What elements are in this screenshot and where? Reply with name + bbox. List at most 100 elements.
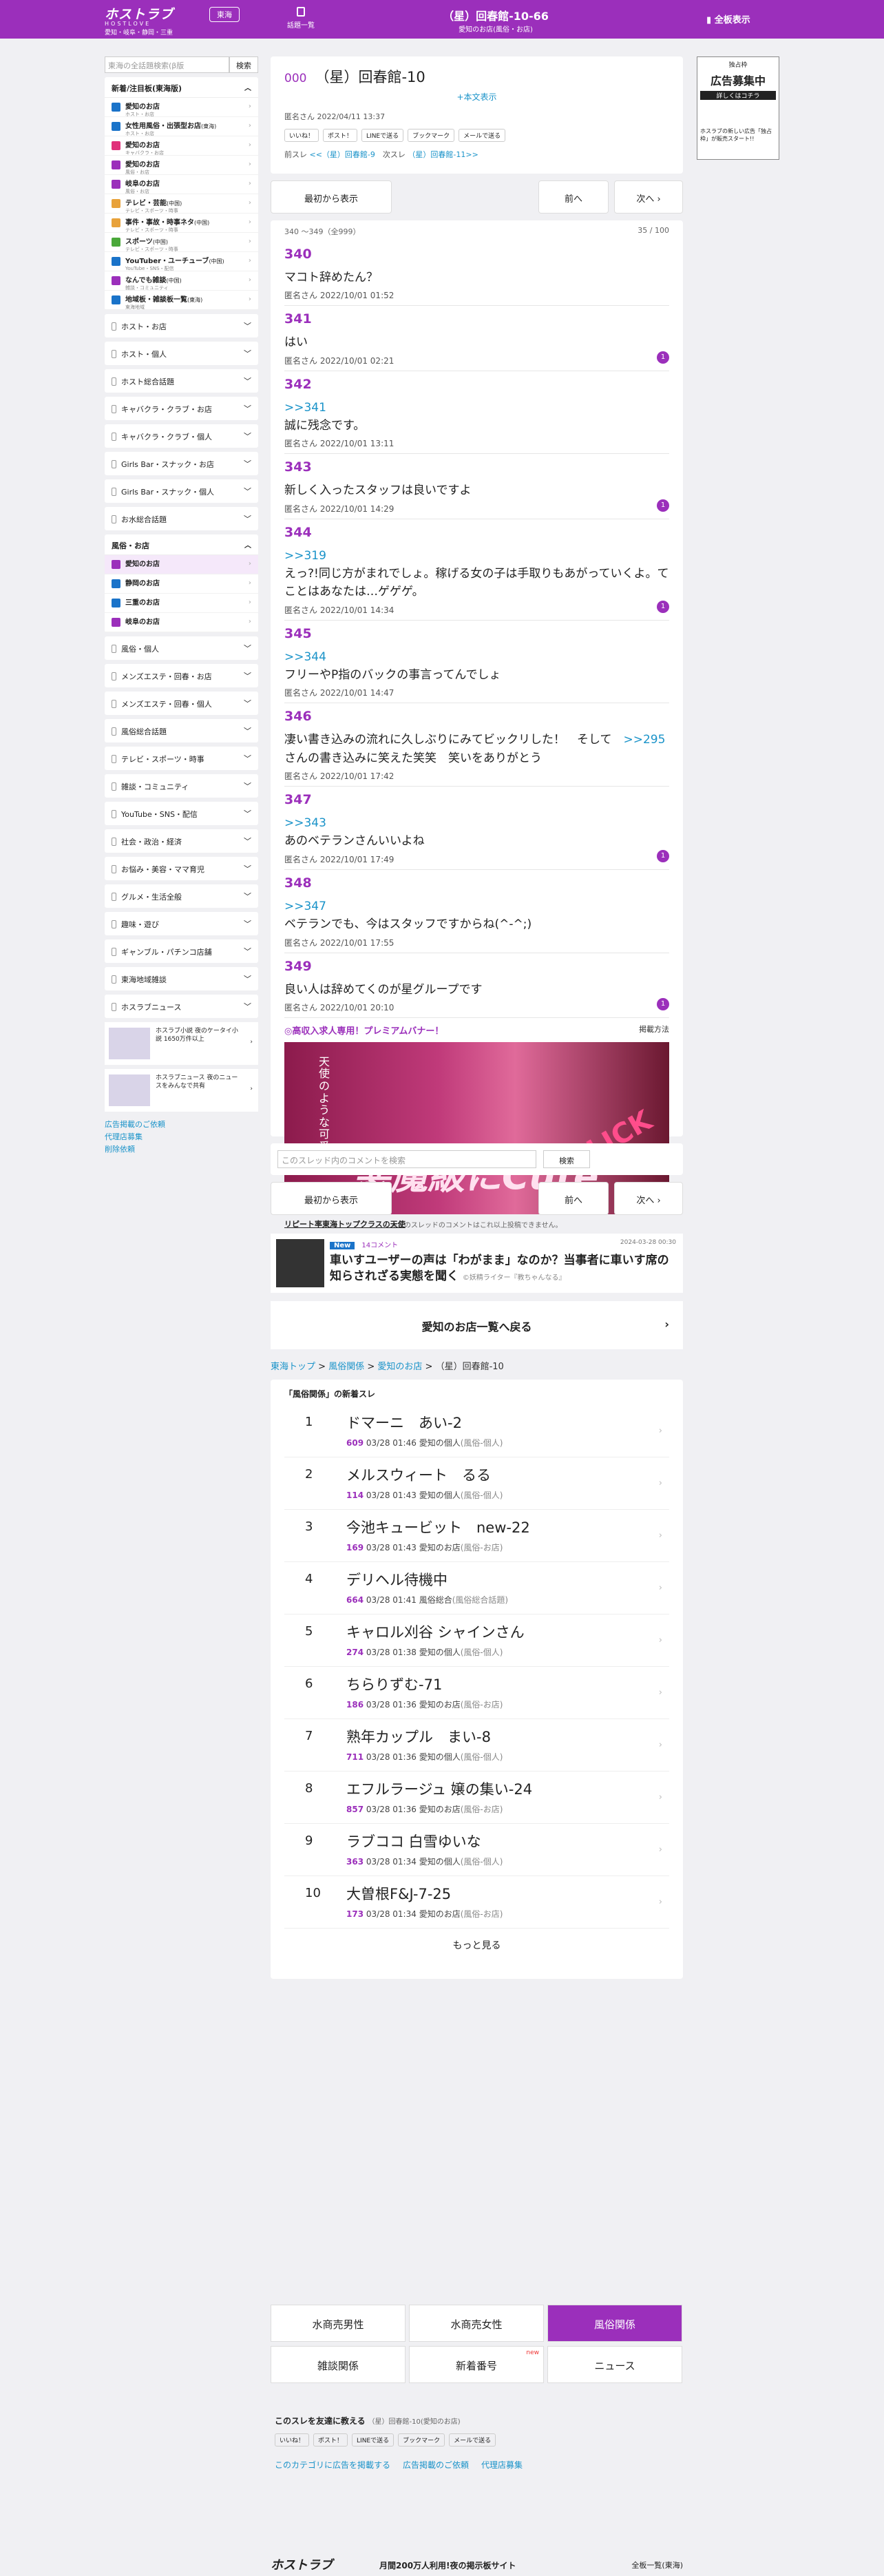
post-number[interactable]: 348 — [284, 875, 669, 891]
sidebar-category[interactable]: キャバクラ・クラブ・お店 ﹀ — [105, 397, 258, 420]
thread-row[interactable]: 2 メルスウィート るる 114 03/28 01:43 愛知の個人(風俗-個人) › — [284, 1457, 669, 1510]
sidebar-category[interactable]: 風俗総合話題 ﹀ — [105, 719, 258, 742]
area-button[interactable]: 東海 — [209, 7, 240, 22]
all-boards-link[interactable]: 全板一覧(東海) — [631, 2559, 683, 2570]
sidebar-category[interactable]: ギャンブル・パチンコ店舗 ﹀ — [105, 939, 258, 963]
sidebar-featured-item[interactable]: 地域板・雑談板一覧(東海) 東海地域 › — [105, 291, 258, 310]
news-banner[interactable]: ホスラブニュース 夜のニュースをみんなで共有 › — [105, 1069, 258, 1112]
post-number[interactable]: 346 — [284, 709, 669, 724]
breadcrumb-board[interactable]: 愛知のお店 — [377, 1362, 422, 1372]
footer-link[interactable]: 代理店募集 — [481, 2460, 523, 2470]
sidebar-category[interactable]: ホスト・お店 ﹀ — [105, 314, 258, 337]
share-button[interactable]: LINEで送る — [352, 2433, 394, 2447]
thread-row[interactable]: 8 エフルラージュ 嬢の集い-24 857 03/28 01:36 愛知のお店(風俗… — [284, 1772, 669, 1824]
genre-nav-item[interactable]: ニュース — [547, 2346, 682, 2383]
prev-page-button[interactable]: 前へ — [538, 1182, 609, 1215]
sidebar-category[interactable]: テレビ・スポーツ・時事 ﹀ — [105, 747, 258, 770]
sidebar-featured-item[interactable]: YouTuber・ユーチューブ(中国) YouTube・SNS・配信 › — [105, 252, 258, 271]
post-number[interactable]: 340 — [284, 247, 669, 262]
fuzoku-group-header[interactable]: 風俗・お店 ︿ — [105, 534, 258, 555]
sidebar-featured-item[interactable]: 事件・事故・時事ネタ(中国) テレビ・スポーツ・時事 › — [105, 214, 258, 233]
thread-list-button[interactable]: 話題一覧 — [285, 7, 317, 30]
thread-row[interactable]: 5 キャロル刈谷 シャインさん 274 03/28 01:38 愛知の個人(風俗-個… — [284, 1614, 669, 1667]
sidebar-category[interactable]: Girls Bar・スナック・お店 ﹀ — [105, 452, 258, 475]
sidebar-category[interactable]: 雑談・コミュニティ ﹀ — [105, 774, 258, 798]
genre-nav-item[interactable]: 風俗関係 — [547, 2305, 682, 2342]
sidebar-category[interactable]: ホスラブニュース ﹀ — [105, 995, 258, 1018]
next-thread-link[interactable]: （星）回春館-11>> — [408, 150, 478, 159]
post-number[interactable]: 345 — [284, 626, 669, 641]
prev-page-button[interactable]: 前へ — [538, 180, 609, 214]
reply-anchor[interactable]: >>343 — [284, 814, 669, 832]
full-board-button[interactable]: ▮ 全板表示 — [706, 12, 750, 25]
sidebar-fuzoku-item[interactable]: 愛知のお店 › — [105, 555, 258, 574]
sidebar-link[interactable]: 代理店募集 — [105, 1131, 258, 1142]
reply-anchor[interactable]: >>319 — [284, 547, 669, 565]
thread-row[interactable]: 3 今池キュービット new-22 169 03/28 01:43 愛知のお店(風俗… — [284, 1510, 669, 1562]
sidebar-category[interactable]: 社会・政治・経済 ﹀ — [105, 829, 258, 853]
reply-count-badge[interactable]: 1 — [657, 499, 669, 512]
thread-row[interactable]: 6 ちらりずむ-71 186 03/28 01:36 愛知のお店(風俗-お店) › — [284, 1667, 669, 1719]
share-button[interactable]: ブックマーク — [398, 2433, 445, 2447]
sidebar-category[interactable]: 趣味・遊び ﹀ — [105, 912, 258, 935]
first-page-button[interactable]: 最初から表示 — [271, 180, 392, 214]
reply-count-badge[interactable]: 1 — [657, 849, 669, 862]
thread-row[interactable]: 4 デリヘル待機中 664 03/28 01:41 風俗総合(風俗総合話題) › — [284, 1562, 669, 1614]
sidebar-featured-item[interactable]: 岐阜のお店 風俗・お店 › — [105, 175, 258, 194]
footer-logo[interactable]: ホストラブ — [271, 2555, 333, 2573]
show-body-link[interactable]: +本文表示 — [284, 91, 669, 103]
premium-how-link[interactable]: 掲載方法 — [639, 1024, 669, 1035]
sidebar-search-button[interactable]: 検索 — [229, 56, 258, 73]
sidebar-category[interactable]: メンズエステ・回春・お店 ﹀ — [105, 664, 258, 687]
side-ad[interactable]: 独占枠 広告募集中 詳しくはコチラ ホスラブの新しい広告「独占枠」が販売スタート… — [697, 56, 779, 160]
next-page-button[interactable]: 次へ › — [614, 1182, 683, 1215]
genre-nav-item[interactable]: 新着番号 new — [409, 2346, 544, 2383]
sidebar-category[interactable]: Girls Bar・スナック・個人 ﹀ — [105, 479, 258, 503]
genre-nav-item[interactable]: 水商売男性 — [271, 2305, 406, 2342]
share-button[interactable]: ポスト！ — [313, 2433, 348, 2447]
share-button[interactable]: メールで送る — [459, 129, 506, 142]
sidebar-category[interactable]: お水総合話題 ﹀ — [105, 507, 258, 530]
post-number[interactable]: 347 — [284, 792, 669, 807]
post-number[interactable]: 341 — [284, 311, 669, 326]
sidebar-link[interactable]: 広告掲載のご依頼 — [105, 1119, 258, 1130]
sidebar-featured-item[interactable]: スポーツ(中国) テレビ・スポーツ・時事 › — [105, 233, 258, 252]
genre-nav-item[interactable]: 水商売女性 — [409, 2305, 544, 2342]
sidebar-category[interactable]: キャバクラ・クラブ・個人 ﹀ — [105, 424, 258, 448]
sidebar-featured-item[interactable]: 愛知のお店 キャバクラ・お店 › — [105, 136, 258, 156]
news-item[interactable]: New 14コメント 2024-03-28 00:30 車いすユーザーの声は「わが… — [271, 1234, 683, 1293]
post-number[interactable]: 342 — [284, 377, 669, 392]
sidebar-search-input[interactable]: 東海の全話題検索(β版 — [105, 56, 229, 73]
sidebar-fuzoku-item[interactable]: 三重のお店 › — [105, 594, 258, 613]
footer-link[interactable]: 広告掲載のご依頼 — [403, 2460, 469, 2470]
sidebar-featured-item[interactable]: 愛知のお店 ホスト・お店 › — [105, 98, 258, 117]
sidebar-link[interactable]: 削除依頼 — [105, 1143, 258, 1154]
reply-count-badge[interactable]: 1 — [657, 997, 669, 1010]
next-page-button[interactable]: 次へ › — [614, 180, 683, 214]
novel-banner[interactable]: ホスラブ小説 夜のケータイ小説 1650万件以上 › — [105, 1022, 258, 1065]
thread-row[interactable]: 9 ラブココ 白雪ゆいな 363 03/28 01:34 愛知の個人(風俗-個人) › — [284, 1824, 669, 1876]
post-number[interactable]: 349 — [284, 959, 669, 974]
reply-count-badge[interactable]: 1 — [657, 600, 669, 613]
breadcrumb-top[interactable]: 東海トップ — [271, 1362, 315, 1372]
reply-anchor[interactable]: >>347 — [284, 897, 669, 915]
breadcrumb-category[interactable]: 風俗関係 — [328, 1362, 364, 1372]
share-button[interactable]: LINEで送る — [361, 129, 404, 142]
share-button[interactable]: いいね！ — [284, 129, 319, 142]
sidebar-fuzoku-item[interactable]: 静岡のお店 › — [105, 574, 258, 594]
thread-search-input[interactable]: このスレッド内のコメントを検索 — [277, 1150, 536, 1168]
share-button[interactable]: いいね！ — [275, 2433, 310, 2447]
sidebar-category[interactable]: YouTube・SNS・配信 ﹀ — [105, 802, 258, 825]
back-to-board-button[interactable]: 愛知のお店一覧へ戻る › — [271, 1301, 683, 1349]
sidebar-category[interactable]: グルメ・生活全般 ﹀ — [105, 884, 258, 908]
post-number[interactable]: 344 — [284, 525, 669, 540]
featured-boards-header[interactable]: 新着/注目板(東海版) ︿ — [105, 77, 258, 98]
sidebar-category[interactable]: 東海地域雑談 ﹀ — [105, 967, 258, 990]
genre-nav-item[interactable]: 雑談関係 — [271, 2346, 406, 2383]
post-number[interactable]: 343 — [284, 459, 669, 475]
reply-count-badge[interactable]: 1 — [657, 351, 669, 364]
sidebar-fuzoku-item[interactable]: 岐阜のお店 › — [105, 613, 258, 632]
first-page-button[interactable]: 最初から表示 — [271, 1182, 392, 1215]
reply-anchor[interactable]: >>295 — [624, 733, 666, 747]
thread-search-button[interactable]: 検索 — [543, 1150, 590, 1168]
